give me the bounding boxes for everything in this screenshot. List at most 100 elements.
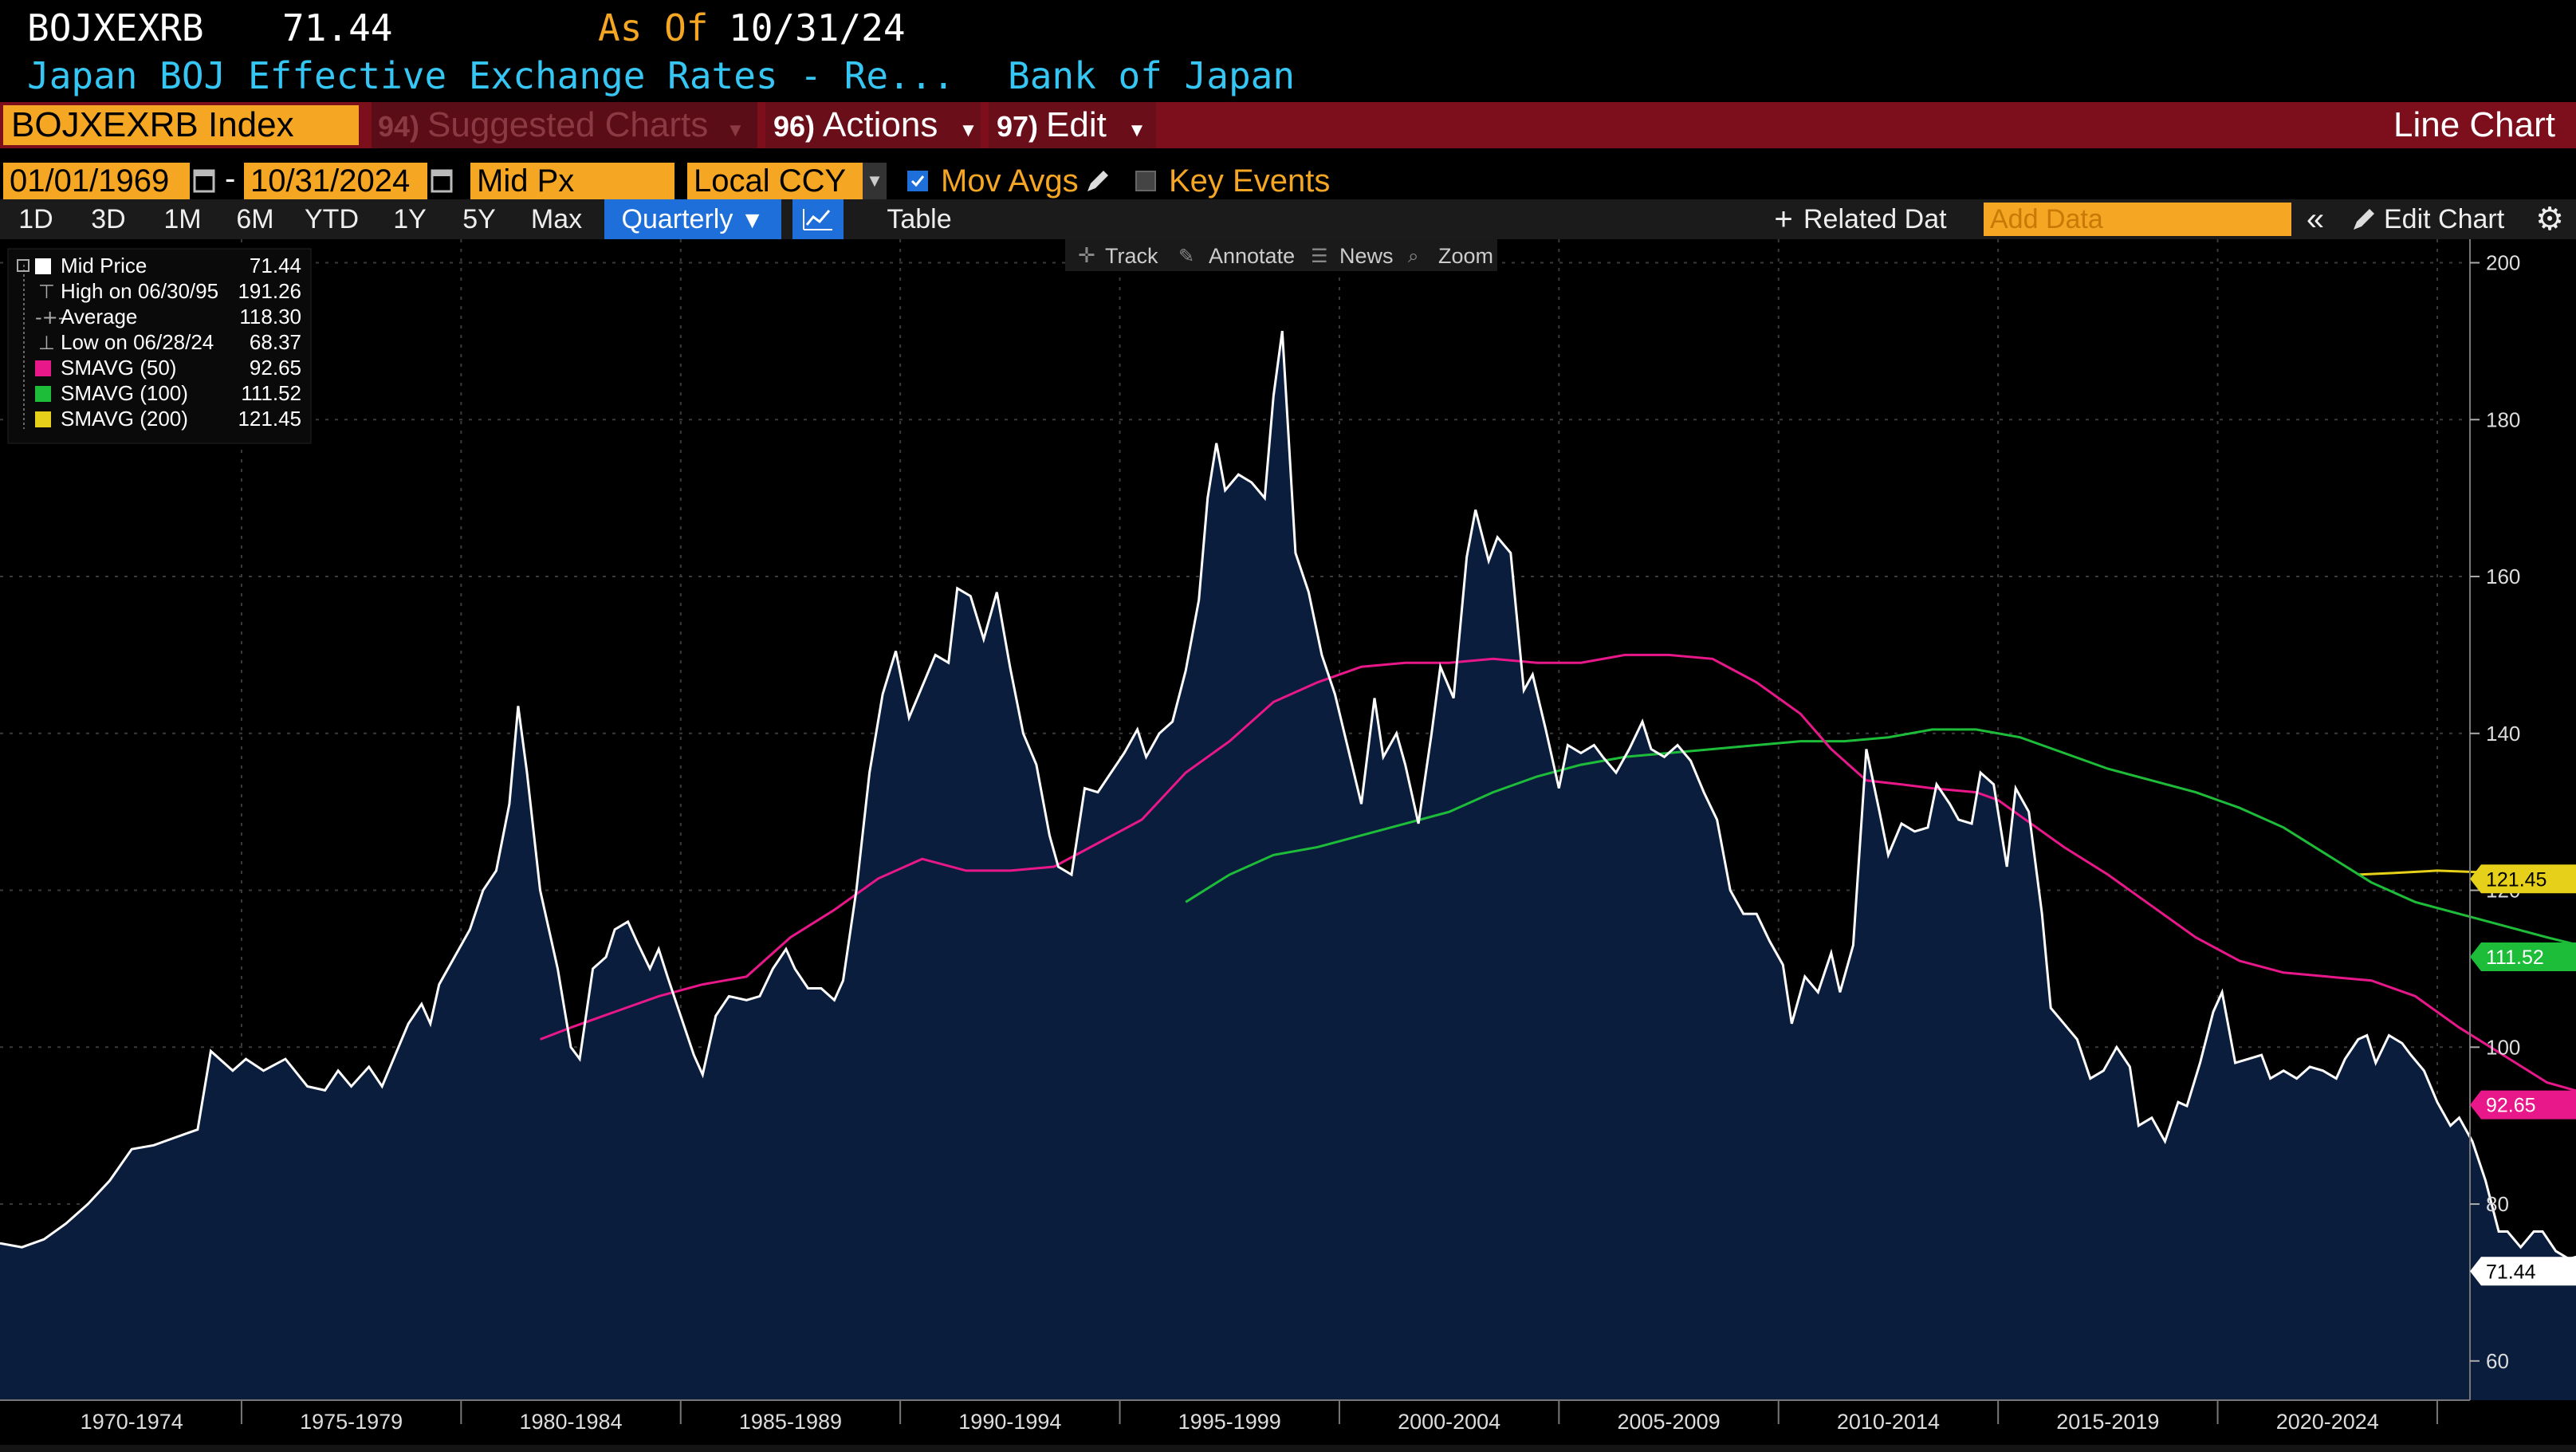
range-button-ytd[interactable]: YTD bbox=[297, 199, 367, 239]
security-field[interactable]: BOJXEXRB Index bbox=[3, 105, 359, 145]
legend-value: 121.45 bbox=[238, 407, 301, 431]
periodicity-label: Quarterly bbox=[621, 204, 733, 234]
legend-value: 68.37 bbox=[250, 330, 301, 354]
price-field-select[interactable]: Mid Px bbox=[470, 163, 674, 199]
suggested-num: 94) bbox=[378, 110, 420, 143]
bottom-scrollbar[interactable] bbox=[0, 1445, 2576, 1452]
x-tick-label: 2015-2019 bbox=[2056, 1410, 2159, 1434]
range-button-6m[interactable]: 6M bbox=[223, 199, 287, 239]
as-of-label: As Of bbox=[598, 6, 709, 49]
x-tick-label: 1995-1999 bbox=[1178, 1410, 1281, 1434]
actions-num: 96) bbox=[773, 110, 816, 143]
edit-label: Edit bbox=[1046, 105, 1107, 144]
price-area-fill bbox=[0, 331, 2576, 1400]
x-tick-label: 1970-1974 bbox=[81, 1410, 183, 1434]
y-tick-label: 180 bbox=[2486, 407, 2520, 431]
zoom-button[interactable]: Zoom bbox=[1438, 244, 1493, 268]
last-price: 71.44 bbox=[282, 6, 393, 49]
value-label-text: 92.65 bbox=[2486, 1095, 2536, 1117]
track-button[interactable]: Track bbox=[1105, 244, 1158, 268]
y-tick-label: 140 bbox=[2486, 722, 2520, 746]
value-label-text: 121.45 bbox=[2486, 868, 2547, 891]
x-tick-label: 1985-1989 bbox=[739, 1410, 842, 1434]
legend-swatch-sma200 bbox=[35, 411, 51, 427]
legend-label: Mid Price bbox=[61, 254, 147, 277]
chevron-down-icon: ▼ bbox=[1127, 120, 1146, 141]
chevron-down-icon: ▼ bbox=[726, 120, 745, 141]
actions-menu[interactable]: 96) Actions ▼ bbox=[765, 102, 981, 148]
right-value-label: 121.45 bbox=[2470, 864, 2576, 894]
edit-chart-button[interactable]: Edit Chart bbox=[2384, 199, 2524, 239]
legend-value: 71.44 bbox=[250, 254, 301, 277]
line-chart-icon-button[interactable] bbox=[792, 199, 844, 239]
zoom-icon: ⌕ bbox=[1408, 245, 1418, 267]
chevron-down-icon: ▼ bbox=[740, 207, 765, 234]
annotate-icon: ✎ bbox=[1178, 245, 1194, 267]
ticker: BOJXEXRB bbox=[27, 6, 204, 49]
x-tick-label: 2010-2014 bbox=[1837, 1410, 1940, 1434]
x-tick-label: 2020-2024 bbox=[2276, 1410, 2379, 1434]
chart-toolbar: ✛ Track ✎ Annotate ☰ News ⌕ Zoom bbox=[1065, 239, 1497, 271]
chevron-down-icon[interactable]: ▼ bbox=[863, 163, 887, 199]
chart-options-row: 01/01/1969 - 10/31/2024 Mid Px Local CCY… bbox=[0, 158, 2576, 204]
range-button-5y[interactable]: 5Y bbox=[448, 199, 510, 239]
range-button-max[interactable]: Max bbox=[518, 199, 595, 239]
collapse-left-icon[interactable]: « bbox=[2299, 199, 2331, 239]
range-button-1d[interactable]: 1D bbox=[8, 199, 64, 239]
related-data-button[interactable]: Related Dat bbox=[1803, 199, 1982, 239]
legend-label: SMAVG (100) bbox=[61, 381, 188, 405]
edit-menu[interactable]: 97) Edit ▼ bbox=[989, 102, 1156, 148]
end-date-field[interactable]: 10/31/2024 bbox=[244, 163, 427, 199]
calendar-icon[interactable] bbox=[431, 166, 453, 195]
table-button[interactable]: Table bbox=[861, 199, 977, 239]
chevron-down-icon: ▼ bbox=[958, 120, 978, 141]
periodicity-select[interactable]: Quarterly ▼ bbox=[604, 199, 781, 239]
range-button-1y[interactable]: 1Y bbox=[380, 199, 440, 239]
mov-avgs-label[interactable]: Mov Avgs bbox=[941, 158, 1079, 204]
line-chart-icon bbox=[803, 209, 832, 230]
right-value-label: 111.52 bbox=[2470, 942, 2576, 971]
currency-select[interactable]: Local CCY bbox=[687, 163, 869, 199]
plus-icon[interactable]: + bbox=[1770, 199, 1797, 239]
crosshair-icon: ✛ bbox=[1078, 244, 1095, 268]
legend-label: High on 06/30/95 bbox=[61, 279, 218, 303]
suggested-charts-menu[interactable]: 94) Suggested Charts ▼ bbox=[372, 102, 757, 148]
legend-label: SMAVG (200) bbox=[61, 407, 188, 431]
mov-avgs-checkbox[interactable] bbox=[907, 171, 928, 191]
key-events-label[interactable]: Key Events bbox=[1169, 158, 1330, 204]
security-field-text: BOJXEXRB Index bbox=[11, 105, 294, 144]
pencil-icon[interactable] bbox=[2350, 206, 2377, 233]
key-events-checkbox[interactable] bbox=[1135, 171, 1156, 191]
y-tick-label: 80 bbox=[2486, 1192, 2509, 1216]
suggested-label: Suggested Charts bbox=[427, 105, 709, 144]
x-axis: 1970-1974 1975-1979 1980-1984 1985-1989 1990… bbox=[0, 1399, 2576, 1452]
news-icon: ☰ bbox=[1311, 245, 1328, 267]
x-tick-label: 1980-1984 bbox=[519, 1410, 622, 1434]
legend-value: 111.52 bbox=[241, 381, 301, 405]
chart-legend: Mid Price 71.44 ⊤ High on 06/30/95 191.2… bbox=[7, 248, 312, 444]
calendar-icon[interactable] bbox=[193, 166, 215, 195]
annotate-button[interactable]: Annotate bbox=[1209, 244, 1295, 268]
y-tick-label: 60 bbox=[2486, 1349, 2509, 1373]
range-button-3d[interactable]: 3D bbox=[78, 199, 139, 239]
line-chart[interactable]: 6080100120140160180200 1970-19741975-197… bbox=[0, 239, 2576, 1452]
x-tick-label: 2005-2009 bbox=[1617, 1410, 1720, 1434]
gear-icon[interactable]: ⚙ bbox=[2532, 199, 2567, 239]
as-of-date: 10/31/24 bbox=[729, 6, 906, 49]
add-data-input[interactable]: Add Data bbox=[1984, 203, 2291, 236]
legend-label: SMAVG (50) bbox=[61, 356, 176, 380]
legend-label: Low on 06/28/24 bbox=[61, 330, 214, 354]
chart-type-label: Line Chart bbox=[2393, 105, 2555, 144]
menu-bar: BOJXEXRB Index 94) Suggested Charts ▼ 96)… bbox=[0, 102, 2576, 148]
high-marker-icon: ⊤ bbox=[38, 281, 55, 303]
x-tick-label: 1990-1994 bbox=[958, 1410, 1061, 1434]
pencil-icon[interactable] bbox=[1084, 167, 1110, 195]
start-date-field[interactable]: 01/01/1969 bbox=[3, 163, 190, 199]
right-value-label: 71.44 bbox=[2470, 1257, 2576, 1286]
legend-value: 191.26 bbox=[238, 279, 301, 303]
news-button[interactable]: News bbox=[1339, 244, 1394, 268]
range-toolbar: 1D 3D 1M 6M YTD 1Y 5Y Max Quarterly ▼ Ta… bbox=[0, 199, 2576, 239]
y-tick-label: 100 bbox=[2486, 1035, 2520, 1059]
legend-swatch-price bbox=[35, 258, 51, 274]
range-button-1m[interactable]: 1M bbox=[151, 199, 214, 239]
